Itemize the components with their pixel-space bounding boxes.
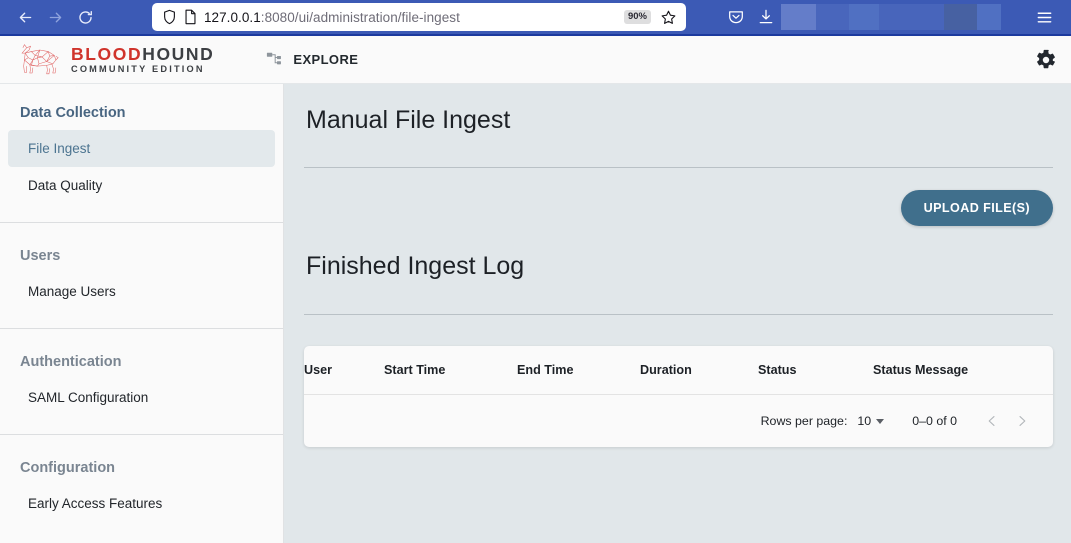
logo-word-hound: HOUND — [142, 43, 215, 64]
upload-files-button[interactable]: UPLOAD FILE(S) — [900, 190, 1053, 226]
page-title: Manual File Ingest — [306, 106, 511, 134]
browser-forward-button[interactable] — [40, 2, 70, 32]
app-header: BLOODHOUND COMMUNITY EDITION EXPLORE — [0, 36, 1071, 84]
graph-nodes-icon — [267, 52, 282, 64]
column-header-user[interactable]: User — [304, 346, 384, 395]
chevron-left-icon — [988, 416, 995, 426]
redacted-block — [944, 4, 977, 30]
arrow-right-icon — [49, 12, 61, 22]
url-host: 127.0.0.1 — [204, 9, 261, 25]
nav-header-users: Users — [20, 248, 61, 264]
bloodhound-dog-logo-icon — [21, 43, 59, 74]
sidebar-divider — [0, 328, 283, 329]
nav-header-authentication: Authentication — [20, 354, 122, 370]
redacted-block — [781, 4, 816, 30]
browser-reload-button[interactable] — [70, 2, 100, 32]
column-header-duration[interactable]: Duration — [640, 346, 758, 395]
table-header: User Start Time End Time Duration Status… — [304, 346, 1053, 395]
bloodhound-logo[interactable]: BLOODHOUND COMMUNITY EDITION — [16, 42, 214, 78]
logo-word-blood: BLOOD — [71, 43, 143, 64]
section-divider — [304, 314, 1053, 315]
zoom-level-badge[interactable]: 90% — [623, 10, 651, 24]
column-header-end-time[interactable]: End Time — [517, 346, 640, 395]
pagination-previous-button[interactable] — [977, 406, 1007, 436]
bookmark-star-icon[interactable] — [658, 9, 679, 26]
page-icon — [184, 9, 197, 25]
ingest-log-table-card: User Start Time End Time Duration Status… — [304, 346, 1053, 447]
url-path: :8080/ui/administration/file-ingest — [260, 9, 460, 25]
nav-group-users: Users Manage Users — [0, 241, 283, 310]
browser-toolbar: 127.0.0.1:8080/ui/administration/file-in… — [0, 0, 1071, 36]
sidebar-item-saml-configuration[interactable]: SAML Configuration — [8, 379, 275, 416]
pagination-next-button[interactable] — [1007, 406, 1037, 436]
rows-per-page-label: Rows per page: — [760, 414, 848, 428]
logo-subtitle: COMMUNITY EDITION — [71, 64, 205, 75]
column-header-status[interactable]: Status — [758, 346, 873, 395]
app-body: Data Collection File Ingest Data Quality… — [0, 84, 1071, 543]
browser-menu-button[interactable] — [1027, 2, 1061, 32]
nav-header-configuration: Configuration — [20, 460, 116, 476]
sidebar-item-manage-users[interactable]: Manage Users — [8, 273, 275, 310]
gear-icon — [1037, 49, 1055, 68]
column-header-status-message[interactable]: Status Message — [873, 346, 1053, 395]
url-text: 127.0.0.1:8080/ui/administration/file-in… — [204, 10, 617, 25]
upload-row: UPLOAD FILE(S) — [304, 168, 1053, 226]
downloads-icon[interactable] — [751, 2, 781, 32]
arrow-left-icon — [19, 12, 31, 22]
nav-group-authentication: Authentication SAML Configuration — [0, 347, 283, 416]
section-title-finished-ingest-log: Finished Ingest Log — [306, 252, 525, 280]
sidebar-navigation: Data Collection File Ingest Data Quality… — [0, 84, 284, 543]
nav-header-data-collection: Data Collection — [20, 105, 126, 121]
redacted-block — [879, 4, 944, 30]
nav-explore[interactable]: EXPLORE — [266, 51, 358, 69]
sidebar-divider — [0, 434, 283, 435]
sidebar-item-data-quality[interactable]: Data Quality — [8, 167, 275, 204]
rows-per-page-select[interactable]: 10 — [857, 414, 885, 428]
chevron-right-icon — [1019, 416, 1026, 426]
settings-button[interactable] — [1035, 49, 1057, 71]
nav-group-data-collection: Data Collection File Ingest Data Quality — [0, 98, 283, 204]
pocket-icon[interactable] — [721, 2, 751, 32]
sidebar-divider — [0, 222, 283, 223]
rows-per-page-value: 10 — [857, 414, 872, 428]
sidebar-item-early-access-features[interactable]: Early Access Features — [8, 485, 275, 522]
nav-group-configuration: Configuration Early Access Features — [0, 453, 283, 522]
column-header-start-time[interactable]: Start Time — [384, 346, 517, 395]
nav-explore-label: EXPLORE — [293, 52, 359, 67]
reload-icon — [78, 10, 92, 24]
sidebar-item-file-ingest[interactable]: File Ingest — [8, 130, 275, 167]
browser-chrome-right — [721, 0, 1061, 35]
browser-back-button[interactable] — [10, 2, 40, 32]
redacted-block — [849, 4, 879, 30]
main-content: Manual File Ingest UPLOAD FILE(S) Finish… — [284, 84, 1071, 543]
redacted-block — [816, 4, 849, 30]
shield-icon — [162, 9, 177, 25]
redacted-block — [977, 4, 1001, 30]
pagination-range-label: 0–0 of 0 — [912, 414, 957, 428]
logo-wordmark: BLOODHOUND COMMUNITY EDITION — [71, 45, 214, 75]
hamburger-menu-icon — [1037, 12, 1051, 22]
chevron-down-icon — [876, 418, 885, 424]
table-header-row: User Start Time End Time Duration Status… — [304, 346, 1053, 395]
address-bar[interactable]: 127.0.0.1:8080/ui/administration/file-in… — [152, 3, 686, 31]
pagination-controls: Rows per page: 10 0–0 of 0 — [304, 395, 1053, 447]
ingest-log-table: User Start Time End Time Duration Status… — [304, 346, 1053, 395]
